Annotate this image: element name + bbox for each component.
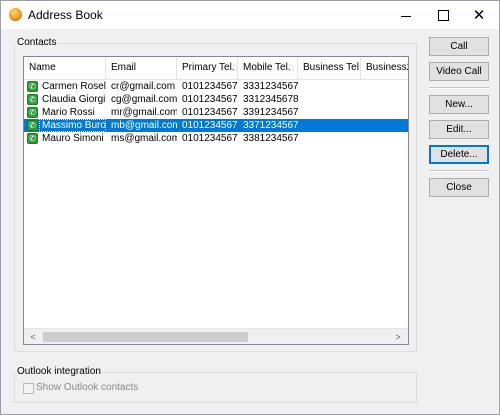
cell-email: cg@gmail.com bbox=[111, 94, 177, 105]
scroll-thumb[interactable] bbox=[43, 332, 248, 342]
close-window-button[interactable]: ✕ bbox=[457, 1, 500, 29]
close-icon: ✕ bbox=[472, 6, 486, 24]
column-header-name[interactable]: ^ Name bbox=[24, 57, 106, 79]
cell-business2 bbox=[363, 80, 408, 93]
cell-business2 bbox=[363, 119, 408, 132]
new-button[interactable]: New... bbox=[429, 95, 489, 114]
cell-business-tel bbox=[300, 119, 361, 132]
contact-row[interactable]: ✆ Mauro Simoni ms@gmail.com 0101234567 3… bbox=[24, 132, 408, 145]
contact-row[interactable]: ✆ Claudia Giorgi cg@gmail.com 0101234567… bbox=[24, 93, 408, 106]
cell-business-tel bbox=[300, 93, 361, 106]
show-outlook-contacts-label: Show Outlook contacts bbox=[36, 382, 139, 393]
cell-email: ms@gmail.com bbox=[111, 133, 177, 144]
contact-row[interactable]: ✆ Mario Rossi mr@gmail.com 0101234567 33… bbox=[24, 106, 408, 119]
cell-email: mb@gmail.com bbox=[111, 120, 177, 131]
cell-primary-tel: 0101234567 bbox=[182, 81, 238, 92]
cell-business2 bbox=[363, 106, 408, 119]
phone-icon: ✆ bbox=[27, 94, 38, 105]
contact-row[interactable]: ✆ Carmen Rosella cr@gmail.com 0101234567… bbox=[24, 80, 408, 93]
column-header-business2[interactable]: Business2 bbox=[361, 57, 408, 79]
cell-business-tel bbox=[300, 106, 361, 119]
cell-name: Claudia Giorgi bbox=[42, 94, 106, 105]
separator bbox=[429, 87, 489, 89]
cell-mobile-tel: 3331234567 bbox=[243, 81, 298, 92]
edit-button[interactable]: Edit... bbox=[429, 120, 489, 139]
cell-name: Mario Rossi bbox=[42, 107, 95, 118]
column-header-business-tel[interactable]: Business Tel. bbox=[298, 57, 361, 79]
cell-business-tel bbox=[300, 132, 361, 145]
cell-business-tel bbox=[300, 80, 361, 93]
address-book-window: Address Book ✕ Contacts ^ Name Email Pri… bbox=[0, 0, 500, 415]
contact-row-selected[interactable]: ✆ Massimo Buroni mb@gmail.com 0101234567… bbox=[24, 119, 408, 132]
scroll-left-icon[interactable]: < bbox=[26, 331, 40, 343]
column-header-primary-tel[interactable]: Primary Tel. bbox=[177, 57, 238, 79]
window-title: Address Book bbox=[28, 8, 103, 22]
cell-mobile-tel: 3381234567 bbox=[243, 133, 298, 144]
horizontal-scrollbar[interactable]: < > bbox=[24, 328, 408, 344]
outlook-group-label: Outlook integration bbox=[15, 366, 103, 377]
contacts-listview[interactable]: ^ Name Email Primary Tel. Mobile Tel. Bu… bbox=[23, 56, 409, 345]
call-button[interactable]: Call bbox=[429, 37, 489, 56]
cell-email: mr@gmail.com bbox=[111, 107, 177, 118]
cell-business2 bbox=[363, 132, 408, 145]
phone-icon: ✆ bbox=[27, 120, 38, 131]
cell-primary-tel: 0101234567 bbox=[182, 120, 238, 131]
scroll-right-icon[interactable]: > bbox=[391, 331, 405, 343]
cell-business2 bbox=[363, 93, 408, 106]
cell-email: cr@gmail.com bbox=[111, 81, 176, 92]
title-bar: Address Book ✕ bbox=[1, 1, 499, 29]
cell-mobile-tel: 3391234567 bbox=[243, 107, 298, 118]
contacts-group-label: Contacts bbox=[15, 37, 59, 48]
column-header-label: Name bbox=[29, 62, 56, 73]
sort-ascending-icon: ^ bbox=[62, 57, 66, 61]
column-header-mobile-tel[interactable]: Mobile Tel. bbox=[238, 57, 298, 79]
close-button[interactable]: Close bbox=[429, 178, 489, 197]
maximize-icon bbox=[437, 9, 449, 21]
cell-mobile-tel: 3371234567 bbox=[243, 120, 298, 131]
delete-button[interactable]: Delete... bbox=[429, 145, 489, 164]
phone-icon: ✆ bbox=[27, 81, 38, 92]
app-icon bbox=[9, 8, 22, 21]
cell-mobile-tel: 3312345678 bbox=[243, 94, 298, 105]
video-call-button[interactable]: Video Call bbox=[429, 62, 489, 81]
minimize-icon bbox=[401, 15, 411, 17]
separator bbox=[429, 170, 489, 172]
phone-icon: ✆ bbox=[27, 133, 38, 144]
cell-primary-tel: 0101234567 bbox=[182, 107, 238, 118]
show-outlook-contacts-checkbox[interactable] bbox=[23, 383, 34, 394]
cell-name: Mauro Simoni bbox=[42, 133, 104, 144]
cell-primary-tel: 0101234567 bbox=[182, 94, 238, 105]
list-header: ^ Name Email Primary Tel. Mobile Tel. Bu… bbox=[24, 57, 408, 80]
phone-icon: ✆ bbox=[27, 107, 38, 118]
cell-name: Massimo Buroni bbox=[39, 119, 106, 132]
column-header-email[interactable]: Email bbox=[106, 57, 177, 79]
cell-primary-tel: 0101234567 bbox=[182, 133, 238, 144]
cell-name: Carmen Rosella bbox=[42, 81, 106, 92]
